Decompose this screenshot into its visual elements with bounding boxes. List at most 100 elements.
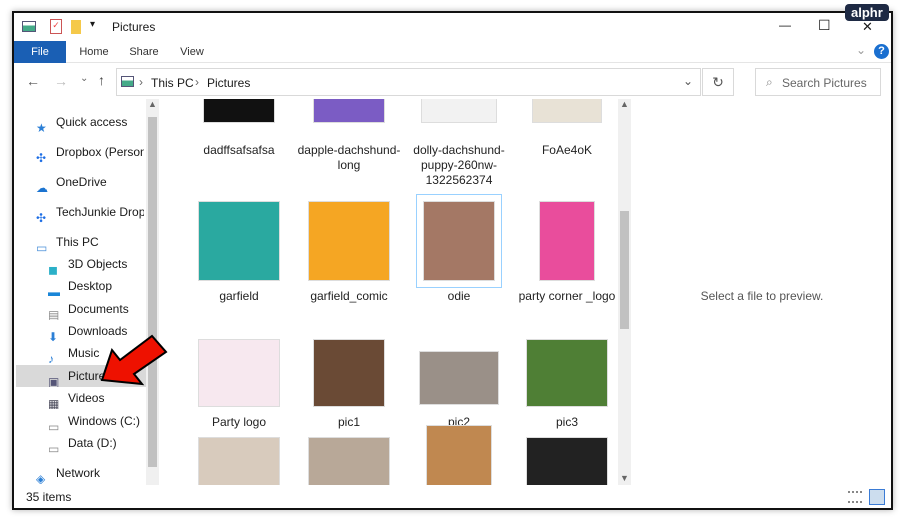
customize-toolbar-icon[interactable]: ▾	[90, 19, 95, 30]
red-arrow-annotation	[100, 334, 170, 386]
scroll-up-icon[interactable]: ▲	[620, 99, 629, 109]
music-icon: ♪	[48, 348, 62, 360]
expand-ribbon-icon[interactable]: ⌄	[856, 43, 866, 57]
file-thumbnail	[426, 425, 492, 485]
properties-icon[interactable]: ✓	[50, 19, 62, 34]
tab-share[interactable]: Share	[124, 41, 164, 63]
sidebar-item-techjunkie-dropbox[interactable]: ✣ TechJunkie Dropbox	[14, 201, 144, 223]
close-button[interactable]: ✕	[862, 19, 873, 35]
file-thumbnail	[539, 201, 595, 281]
tab-file[interactable]: File	[14, 41, 66, 63]
sidebar-item-label: TechJunkie Dropbox	[56, 205, 144, 219]
scroll-thumb[interactable]	[148, 117, 157, 467]
new-folder-icon[interactable]	[71, 20, 81, 34]
sidebar-item-label: Videos	[68, 391, 104, 405]
file-thumbnail	[421, 99, 497, 123]
back-button[interactable]: ←	[26, 73, 40, 89]
cloud-icon: ☁	[36, 177, 50, 189]
sidebar-item-data-d[interactable]: ▭Data (D:)	[16, 432, 146, 454]
minimize-button[interactable]: —	[779, 18, 791, 32]
search-input[interactable]: ⌕ Search Pictures	[755, 68, 881, 96]
up-button[interactable]: ↑	[98, 72, 105, 88]
search-placeholder: Search Pictures	[782, 76, 867, 90]
sidebar-item-label: Quick access	[56, 115, 127, 129]
file-grid: dadffsafsafsadapple-dachshund-longdolly-…	[161, 99, 619, 485]
file-name: dadffsafsafsa	[187, 143, 291, 158]
alphr-watermark: alphr	[845, 4, 889, 21]
breadcrumb-pictures[interactable]: Pictures	[207, 76, 250, 90]
address-dropdown-icon[interactable]: ⌄	[683, 74, 693, 88]
file-thumbnail	[532, 99, 602, 123]
sidebar-item-videos[interactable]: ▦ Videos	[16, 387, 146, 409]
breadcrumb-this-pc[interactable]: This PC	[151, 76, 194, 90]
address-bar[interactable]: › This PC › Pictures ⌄	[116, 68, 701, 96]
sidebar-item-desktop[interactable]: ▬Desktop	[16, 275, 146, 297]
preview-message: Select a file to preview.	[631, 289, 893, 303]
file-thumbnail	[423, 201, 495, 281]
maximize-button[interactable]: ☐	[818, 17, 831, 34]
sidebar-item-quick-access[interactable]: ★Quick access	[14, 111, 144, 133]
sidebar-item-onedrive[interactable]: ☁OneDrive	[14, 171, 144, 193]
file-name: pic1	[297, 415, 401, 430]
sidebar-item-dropbox-personal[interactable]: ✣Dropbox (Personal)	[14, 141, 144, 163]
videos-icon: ▦	[48, 393, 62, 405]
file-thumbnail	[419, 351, 499, 405]
ribbon-tabs: File Home Share View ⌄ ?	[14, 41, 891, 63]
status-bar: 35 items	[14, 486, 891, 508]
file-thumbnail	[313, 339, 385, 407]
sidebar-item-3d-objects[interactable]: ◼ 3D Objects	[16, 253, 146, 275]
details-view-button[interactable]	[848, 491, 862, 503]
desktop-icon: ▬	[48, 281, 62, 293]
pictures-app-icon	[22, 21, 36, 32]
network-icon: ◈	[36, 468, 50, 480]
drive-icon: ▭	[48, 438, 62, 450]
file-thumbnail	[526, 437, 608, 485]
dropbox-icon: ✣	[36, 147, 50, 159]
recent-locations-button[interactable]: ⌄	[80, 73, 88, 84]
cube-icon: ◼	[48, 259, 62, 271]
document-icon: ▤	[48, 304, 62, 316]
sidebar-item-label: 3D Objects	[68, 257, 127, 271]
nav-scrollbar[interactable]: ▲	[146, 99, 159, 485]
file-thumbnail	[198, 339, 280, 407]
file-explorer-window: ✓ ▾ Pictures — ☐ ✕ File Home Share View …	[12, 11, 893, 510]
breadcrumb-separator: ›	[195, 75, 199, 89]
tab-home[interactable]: Home	[72, 41, 116, 63]
drive-icon: ▭	[48, 416, 62, 428]
file-name: pic3	[515, 415, 619, 430]
file-thumbnail	[308, 201, 390, 281]
refresh-button[interactable]: ↻	[702, 68, 734, 96]
sidebar-item-label: This PC	[56, 235, 99, 249]
tab-view[interactable]: View	[174, 41, 210, 63]
file-thumbnail	[203, 99, 275, 123]
pictures-icon: ▣	[48, 371, 62, 383]
sidebar-item-network[interactable]: ◈ Network	[14, 462, 144, 484]
file-name: Party logo	[187, 415, 291, 430]
large-icons-view-button[interactable]	[869, 489, 885, 505]
title-bar: ✓ ▾ Pictures — ☐ ✕	[14, 13, 891, 41]
forward-button[interactable]: →	[54, 73, 68, 89]
file-thumbnail	[198, 437, 280, 485]
scroll-thumb[interactable]	[620, 211, 629, 329]
scroll-up-icon[interactable]: ▲	[148, 99, 157, 109]
search-icon: ⌕	[766, 75, 773, 90]
file-name: dolly-dachshund-puppy-260nw-1322562374	[407, 143, 511, 188]
sidebar-item-label: Documents	[68, 302, 129, 316]
sidebar-item-this-pc[interactable]: ▭This PC	[14, 231, 144, 253]
item-count: 35 items	[26, 486, 71, 508]
sidebar-item-documents[interactable]: ▤ Documents	[16, 298, 146, 320]
scroll-down-icon[interactable]: ▼	[620, 473, 629, 483]
file-name: party corner _logo	[515, 289, 619, 304]
dropbox-icon: ✣	[36, 207, 50, 219]
preview-pane: Select a file to preview.	[631, 99, 893, 485]
file-thumbnail	[198, 201, 280, 281]
download-icon: ⬇	[48, 326, 62, 338]
file-thumbnail	[526, 339, 608, 407]
sidebar-item-label: Windows (C:)	[68, 414, 140, 428]
file-thumbnail	[308, 437, 390, 485]
help-button[interactable]: ?	[874, 44, 889, 59]
content-scrollbar[interactable]: ▲ ▼	[618, 99, 631, 485]
pictures-icon	[121, 76, 134, 87]
sidebar-item-windows-c[interactable]: ▭ Windows (C:)	[16, 410, 146, 432]
sidebar-item-label: Network	[56, 466, 100, 480]
